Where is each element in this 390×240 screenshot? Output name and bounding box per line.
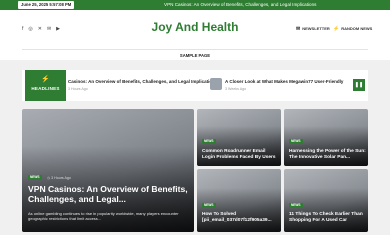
newsletter-button[interactable]: ✉ NEWSLETTER bbox=[296, 26, 330, 32]
top-ticker-link[interactable]: VPN Casinos: An Overview of Benefits, Ch… bbox=[164, 0, 316, 10]
card-overlay bbox=[197, 187, 281, 232]
news-card[interactable]: NEWS Harnessing the Power of the Sun: Th… bbox=[284, 109, 368, 166]
random-news-button[interactable]: ⚡ RANDOM NEWS bbox=[333, 26, 372, 32]
date-badge: June 25, 2025 5:57:08 PM bbox=[18, 1, 75, 9]
category-tag[interactable]: NEWS bbox=[28, 175, 42, 180]
headline-title[interactable]: A Closer Look at What Makes Megawin77 Us… bbox=[225, 79, 343, 84]
category-tag[interactable]: NEWS bbox=[289, 139, 303, 144]
site-title[interactable]: Joy And Health bbox=[0, 20, 390, 34]
pause-icon: ❚❚ bbox=[354, 82, 364, 88]
next-section-strip bbox=[0, 235, 390, 240]
news-card[interactable]: NEWS 11 Things To Check Earlier Than Sho… bbox=[284, 169, 368, 232]
post-time-text: 3 Hours Ago bbox=[51, 176, 71, 180]
headlines-label: HEADLINES bbox=[31, 86, 60, 91]
card-title[interactable]: 11 Things To Check Earlier Than Shopping… bbox=[289, 212, 366, 224]
page: June 25, 2025 5:57:08 PM VPN Casinos: An… bbox=[0, 0, 390, 240]
lightning-icon: ⚡ bbox=[41, 76, 50, 83]
news-card[interactable]: NEWS Common Roadrunner Email Login Probl… bbox=[197, 109, 281, 166]
headline-time: 3 Hours Ago bbox=[68, 87, 88, 91]
featured-excerpt: As online gambling continues to rise in … bbox=[28, 211, 179, 221]
card-title[interactable]: Common Roadrunner Email Login Problems F… bbox=[202, 149, 279, 161]
category-tag[interactable]: NEWS bbox=[202, 139, 216, 144]
nav-item-sample-page[interactable]: SAMPLE PAGE bbox=[0, 53, 390, 58]
card-overlay bbox=[284, 187, 368, 232]
card-title[interactable]: Harnessing the Power of the Sun: The Inn… bbox=[289, 149, 366, 161]
nav-divider bbox=[22, 49, 368, 50]
card-title[interactable]: How To Solved [pii_email_037d07f12f905a3… bbox=[202, 212, 279, 224]
random-news-label: RANDOM NEWS bbox=[341, 26, 373, 31]
category-tag[interactable]: NEWS bbox=[202, 203, 216, 208]
newsletter-label: NEWSLETTER bbox=[302, 26, 330, 31]
pause-button[interactable]: ❚❚ bbox=[353, 79, 365, 91]
headlines-ticker: ⚡ HEADLINES Casinos: An Overview of Bene… bbox=[22, 70, 368, 101]
news-card[interactable]: NEWS How To Solved [pii_email_037d07f12f… bbox=[197, 169, 281, 232]
post-time: ◷ 3 Hours Ago bbox=[47, 176, 71, 180]
category-tag[interactable]: NEWS bbox=[289, 203, 303, 208]
lightning-icon: ⚡ bbox=[333, 26, 340, 32]
site-header: f ◎ ✕ ✉ ▶ Joy And Health ✉ NEWSLETTER ⚡ RA… bbox=[0, 10, 390, 60]
headline-time: 3 Weeks Ago bbox=[225, 87, 247, 91]
top-bar: June 25, 2025 5:57:08 PM VPN Casinos: An… bbox=[0, 0, 390, 10]
featured-card[interactable]: NEWS ◷ 3 Hours Ago VPN Casinos: An Overv… bbox=[22, 109, 194, 232]
headlines-badge: ⚡ HEADLINES bbox=[25, 70, 66, 101]
featured-title[interactable]: VPN Casinos: An Overview of Benefits, Ch… bbox=[28, 184, 192, 204]
envelope-icon: ✉ bbox=[296, 26, 301, 32]
headline-title[interactable]: Casinos: An Overview of Benefits, Challe… bbox=[68, 79, 217, 84]
headline-thumbnail[interactable] bbox=[210, 78, 222, 90]
